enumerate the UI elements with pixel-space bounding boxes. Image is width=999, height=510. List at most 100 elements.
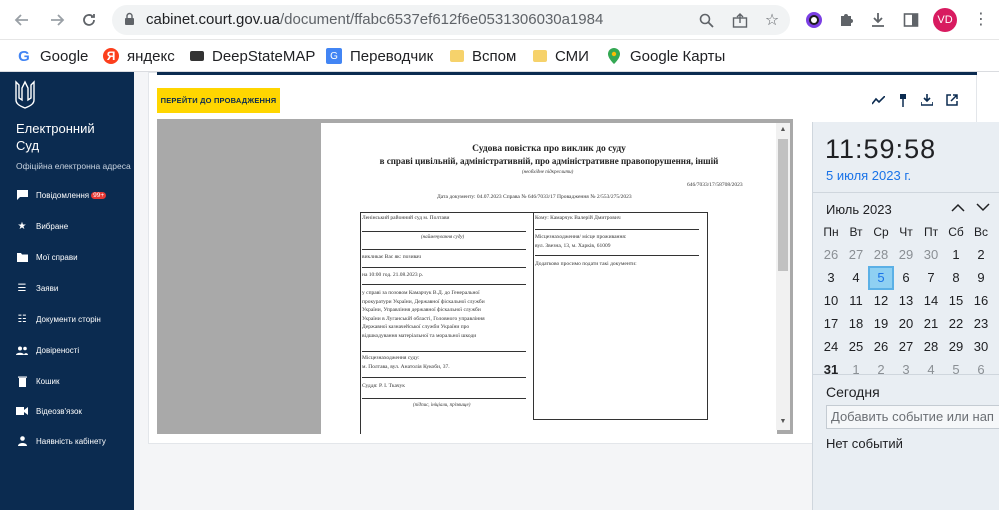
calendar-day[interactable]: 9 xyxy=(970,268,992,288)
calendar-day[interactable]: 23 xyxy=(970,314,992,334)
back-button[interactable] xyxy=(10,8,34,32)
calendar-day[interactable]: 27 xyxy=(895,337,917,357)
scroll-up-arrow-icon[interactable]: ▲ xyxy=(776,123,790,135)
calendar-day[interactable]: 27 xyxy=(845,245,867,265)
reload-icon xyxy=(83,14,95,26)
download-document-icon[interactable] xyxy=(920,93,934,107)
hearing-time: на 10:00 год. 21.08.2023 р. xyxy=(362,272,424,278)
bookmark-translator[interactable]: G Переводчик xyxy=(326,46,433,66)
sidebar-item-trash[interactable]: Кошик xyxy=(16,372,60,390)
calendar-day[interactable]: 26 xyxy=(820,245,842,265)
brand-line2: Суд xyxy=(16,138,40,153)
bookmark-deepstatemap[interactable]: DeepStateMAP xyxy=(190,46,315,66)
sidebar-item-applications[interactable]: ☰ Заяви xyxy=(16,279,59,297)
calendar-day-today[interactable]: 5 xyxy=(868,266,894,290)
pin-icon[interactable] xyxy=(896,93,910,107)
calendar-day[interactable]: 29 xyxy=(895,245,917,265)
sidebar-item-label: Повідомлення xyxy=(36,190,90,200)
subtitle-note: (необхідне підкреслити) xyxy=(522,170,574,175)
bookmark-yandex[interactable]: Яяндекс xyxy=(103,46,175,66)
share-icon[interactable] xyxy=(730,10,750,30)
calendar-day[interactable]: 12 xyxy=(870,291,892,311)
calendar-day[interactable]: 6 xyxy=(970,360,992,380)
calendar-day[interactable]: 26 xyxy=(870,337,892,357)
add-event-input[interactable]: Добавить событие или нап xyxy=(826,405,999,429)
calendar-day[interactable]: 4 xyxy=(845,268,867,288)
calendar-day[interactable]: 22 xyxy=(945,314,967,334)
calendar-day[interactable]: 18 xyxy=(845,314,867,334)
calendar-day[interactable]: 6 xyxy=(895,268,917,288)
calendar-day[interactable]: 28 xyxy=(920,337,942,357)
calendar-day[interactable]: 16 xyxy=(970,291,992,311)
calendar-day[interactable]: 25 xyxy=(845,337,867,357)
calendar-day[interactable]: 13 xyxy=(895,291,917,311)
calendar-day[interactable]: 21 xyxy=(920,314,942,334)
calendar-day[interactable]: 31 xyxy=(820,360,842,380)
calendar-day[interactable]: 28 xyxy=(870,245,892,265)
calendar-day[interactable]: 30 xyxy=(970,337,992,357)
open-external-icon[interactable] xyxy=(945,93,959,107)
viewer-scroll-thumb[interactable] xyxy=(778,139,788,271)
calendar-day[interactable]: 11 xyxy=(845,291,867,311)
calendar-day[interactable]: 15 xyxy=(945,291,967,311)
sidebar-item-cabinet-presence[interactable]: Наявність кабінету xyxy=(16,432,106,450)
checklist-icon: ☷ xyxy=(17,313,27,325)
calendar-day[interactable]: 2 xyxy=(870,360,892,380)
calendar-day[interactable]: 30 xyxy=(920,245,942,265)
browser-menu-icon[interactable]: ⋮ xyxy=(971,9,991,31)
address-underline xyxy=(535,255,699,256)
judge-underline xyxy=(362,398,526,399)
sidebar-item-favorites[interactable]: ★ Вибране xyxy=(16,217,69,235)
side-panel-icon[interactable] xyxy=(900,9,922,31)
color-extension-icon[interactable] xyxy=(803,9,825,31)
calendar-day[interactable]: 7 xyxy=(920,268,942,288)
bookmark-folder-vspom[interactable]: Вспом xyxy=(450,46,516,66)
summons-underline xyxy=(362,267,526,268)
sidebar-item-powers-of-attorney[interactable]: Довіреності xyxy=(16,341,79,359)
calendar-day[interactable]: 2 xyxy=(970,245,992,265)
sidebar-item-notifications[interactable]: Повідомлення 99+ xyxy=(16,186,107,204)
calendar-day[interactable]: 3 xyxy=(820,268,842,288)
calendar-day[interactable]: 4 xyxy=(920,360,942,380)
brand-subtitle[interactable]: Офіційна електронна адреса xyxy=(16,161,131,171)
calendar-day[interactable]: 3 xyxy=(895,360,917,380)
people-icon xyxy=(16,344,28,356)
calendar-day[interactable]: 24 xyxy=(820,337,842,357)
calendar-day[interactable]: 20 xyxy=(895,314,917,334)
trash-icon xyxy=(16,375,28,387)
current-date-link[interactable]: 5 июля 2023 г. xyxy=(826,168,911,183)
sidebar-item-video-call[interactable]: Відеозв'язок xyxy=(16,402,82,420)
calendar-day[interactable]: 8 xyxy=(945,268,967,288)
goto-proceeding-button[interactable]: ПЕРЕЙТИ ДО ПРОВАДЖЕННЯ xyxy=(157,88,280,113)
pdf-viewer[interactable]: Судова повістка про виклик до суду в спр… xyxy=(157,119,793,434)
download-icon[interactable] xyxy=(867,9,889,31)
bookmark-folder-smi[interactable]: СМИ xyxy=(533,46,589,66)
sidebar-item-my-cases[interactable]: Мої справи xyxy=(16,248,78,266)
bookmark-google-maps[interactable]: Google Карты xyxy=(606,46,725,66)
calendar-day[interactable]: 1 xyxy=(945,245,967,265)
month-label[interactable]: Июль 2023 xyxy=(826,202,892,217)
sidebar-item-party-documents[interactable]: ☷ Документи сторін xyxy=(16,310,101,328)
prev-month-chevron-up-icon[interactable] xyxy=(951,200,965,215)
bookmark-google[interactable]: G Google xyxy=(16,46,88,66)
calendar-day[interactable]: 29 xyxy=(945,337,967,357)
coat-of-arms-icon xyxy=(15,80,35,109)
reload-button[interactable] xyxy=(77,8,101,32)
calendar-day[interactable]: 10 xyxy=(820,291,842,311)
scroll-down-arrow-icon[interactable]: ▼ xyxy=(776,415,790,427)
address-bar[interactable]: cabinet.court.gov.ua/document/ffabc6537e… xyxy=(112,5,790,35)
forward-button[interactable] xyxy=(45,8,69,32)
chart-trend-icon[interactable] xyxy=(871,93,885,107)
weekday-header: Вт xyxy=(849,225,863,239)
calendar-day[interactable]: 14 xyxy=(920,291,942,311)
url-domain: cabinet.court.gov.ua xyxy=(146,11,280,28)
calendar-day[interactable]: 19 xyxy=(870,314,892,334)
bookmark-star-icon[interactable]: ☆ xyxy=(762,10,782,30)
calendar-day[interactable]: 1 xyxy=(845,360,867,380)
profile-avatar[interactable]: VD xyxy=(933,8,957,32)
calendar-day[interactable]: 5 xyxy=(945,360,967,380)
next-month-chevron-down-icon[interactable] xyxy=(976,200,990,215)
extensions-puzzle-icon[interactable] xyxy=(835,9,857,31)
calendar-day[interactable]: 17 xyxy=(820,314,842,334)
zoom-icon[interactable] xyxy=(696,10,716,30)
